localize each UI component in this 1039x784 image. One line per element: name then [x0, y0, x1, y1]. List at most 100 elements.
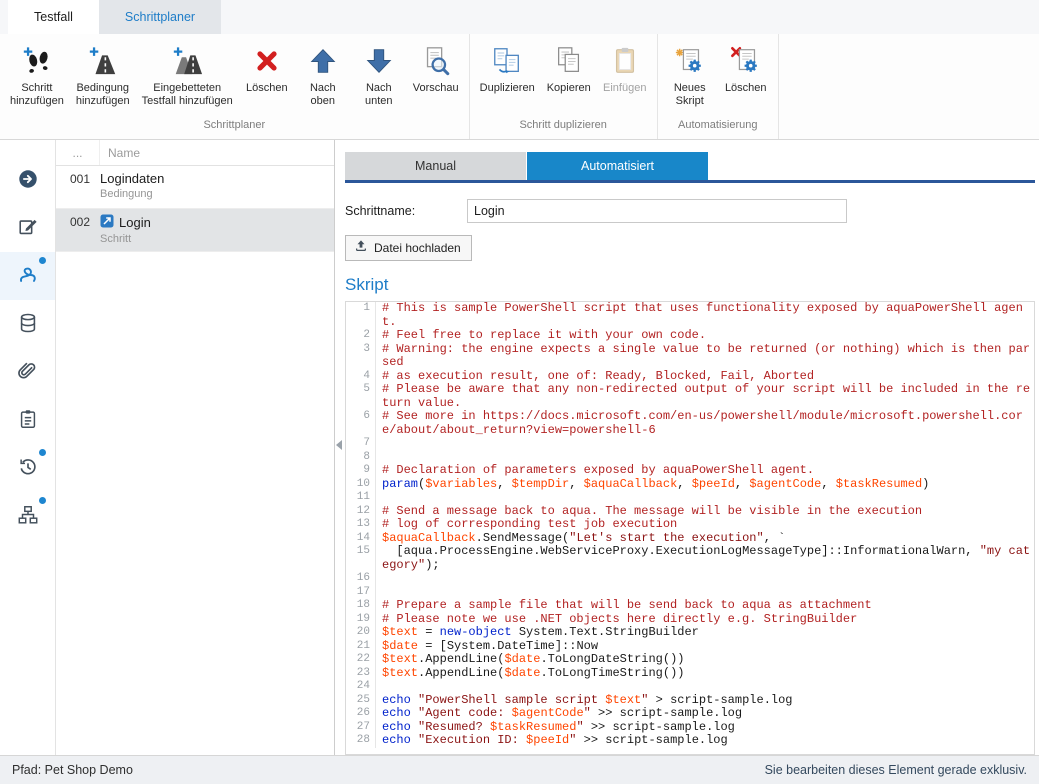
paste-button[interactable]: Einfügen — [597, 41, 653, 95]
new-script-label: Neues Skript — [674, 82, 706, 108]
ribbon-group: Neues Skript Löschen Automatisierung — [658, 34, 779, 139]
delete-step-button[interactable]: Löschen — [239, 41, 295, 95]
move-up-button[interactable]: Nach oben — [295, 41, 351, 108]
code-text: echo "Resumed? $taskResumed" >> script-s… — [376, 721, 1031, 735]
left-icon-sidebar — [0, 140, 56, 755]
code-text: # log of corresponding test job executio… — [376, 518, 1031, 532]
steps-header: ... Name — [56, 140, 334, 166]
step-name-input[interactable] — [467, 199, 847, 223]
script-new-icon — [673, 43, 707, 79]
upload-icon — [354, 239, 368, 256]
tab-testfall[interactable]: Testfall — [8, 0, 99, 34]
code-text: $text.AppendLine($date.ToLongDateString(… — [376, 653, 1031, 667]
code-line: 6# See more in https://docs.microsoft.co… — [346, 410, 1034, 437]
ribbon: Schritt hinzufügenBedingung hinzufügenEi… — [0, 34, 1039, 140]
sidebar-item-edit[interactable] — [0, 204, 55, 252]
delete-script-button[interactable]: Löschen — [718, 41, 774, 95]
script-delete-icon — [729, 43, 763, 79]
line-number: 16 — [346, 572, 376, 586]
step-row[interactable]: 002LoginSchritt — [56, 209, 334, 252]
sidebar-item-history[interactable] — [0, 444, 55, 492]
notification-dot — [39, 257, 46, 264]
script-editor[interactable]: 1# This is sample PowerShell script that… — [345, 301, 1035, 755]
code-text: [aqua.ProcessEngine.WebServiceProxy.Exec… — [376, 545, 1031, 572]
add-condition-button[interactable]: Bedingung hinzufügen — [70, 41, 136, 108]
arrow-up-icon — [306, 43, 340, 79]
duplicate-icon — [490, 43, 524, 79]
code-text: param($variables, $tempDir, $aquaCallbac… — [376, 478, 1031, 492]
delete-step-label: Löschen — [246, 82, 288, 95]
preview-button[interactable]: Vorschau — [407, 41, 465, 95]
code-text: # Please note we use .NET objects here d… — [376, 613, 1031, 627]
sidebar-item-step-planner[interactable] — [0, 252, 55, 300]
code-text: echo "Execution ID: $peeId" >> script-sa… — [376, 734, 1031, 748]
code-line: 14$aquaCallback.SendMessage("Let's start… — [346, 532, 1034, 546]
code-line: 15 [aqua.ProcessEngine.WebServiceProxy.E… — [346, 545, 1034, 572]
line-number: 8 — [346, 451, 376, 465]
line-number: 24 — [346, 680, 376, 694]
line-number: 27 — [346, 721, 376, 735]
code-text: echo "Agent code: $agentCode" >> script-… — [376, 707, 1031, 721]
sidebar-item-data[interactable] — [0, 300, 55, 348]
code-text: $text.AppendLine($date.ToLongTimeString(… — [376, 667, 1031, 681]
ribbon-group-label: Schritt duplizieren — [474, 119, 653, 139]
line-number: 18 — [346, 599, 376, 613]
code-text — [376, 451, 1031, 465]
tab-automatisiert[interactable]: Automatisiert — [527, 152, 708, 180]
sidebar-item-navigate[interactable] — [0, 156, 55, 204]
move-down-button[interactable]: Nach unten — [351, 41, 407, 108]
detail-panel: Manual Automatisiert Schrittname: Datei … — [335, 140, 1039, 755]
line-number: 1 — [346, 302, 376, 329]
road-icon — [86, 43, 120, 79]
add-step-label: Schritt hinzufügen — [10, 82, 64, 108]
app-window: Testfall Schrittplaner Schritt hinzufüge… — [0, 0, 1039, 784]
code-line: 12# Send a message back to aqua. The mes… — [346, 505, 1034, 519]
code-line: 27echo "Resumed? $taskResumed" >> script… — [346, 721, 1034, 735]
sidebar-item-tasks[interactable] — [0, 396, 55, 444]
main-area: ... Name 001LogindatenBedingung002LoginS… — [0, 140, 1039, 755]
copy-button[interactable]: Kopieren — [541, 41, 597, 95]
line-number: 12 — [346, 505, 376, 519]
code-line: 1# This is sample PowerShell script that… — [346, 302, 1034, 329]
code-line: 20$text = new-object System.Text.StringB… — [346, 626, 1034, 640]
code-line: 24 — [346, 680, 1034, 694]
tab-manual[interactable]: Manual — [345, 152, 526, 180]
code-line: 3# Warning: the engine expects a single … — [346, 343, 1034, 370]
sidebar-item-attachments[interactable] — [0, 348, 55, 396]
new-script-button[interactable]: Neues Skript — [662, 41, 718, 108]
script-badge-icon — [100, 214, 114, 231]
script-heading: Skript — [345, 275, 1035, 295]
ribbon-group-label: Automatisierung — [662, 119, 774, 139]
column-header-number[interactable]: ... — [56, 140, 100, 165]
upload-file-label: Datei hochladen — [374, 241, 461, 255]
code-text: # Please be aware that any non-redirecte… — [376, 383, 1031, 410]
line-number: 22 — [346, 653, 376, 667]
duplicate-button[interactable]: Duplizieren — [474, 41, 541, 95]
line-number: 28 — [346, 734, 376, 748]
add-step-button[interactable]: Schritt hinzufügen — [4, 41, 70, 108]
step-row[interactable]: 001LogindatenBedingung — [56, 166, 334, 209]
sidebar-item-dependencies[interactable] — [0, 492, 55, 540]
tab-schrittplaner[interactable]: Schrittplaner — [99, 0, 221, 34]
code-text: echo "PowerShell sample script $text" > … — [376, 694, 1031, 708]
copy-label: Kopieren — [547, 82, 591, 95]
code-line: 28echo "Execution ID: $peeId" >> script-… — [346, 734, 1034, 748]
code-line: 19# Please note we use .NET objects here… — [346, 613, 1034, 627]
upload-file-button[interactable]: Datei hochladen — [345, 235, 472, 261]
line-number: 15 — [346, 545, 376, 572]
history-icon — [17, 456, 39, 481]
code-line: 16 — [346, 572, 1034, 586]
line-number: 9 — [346, 464, 376, 478]
code-line: 17 — [346, 586, 1034, 600]
paperclip-icon — [17, 360, 39, 385]
detail-tab-bar: Manual Automatisiert — [345, 152, 1035, 180]
line-number: 4 — [346, 370, 376, 384]
code-text — [376, 572, 1031, 586]
panel-collapse-arrow[interactable] — [336, 440, 342, 450]
add-embedded-testcase-button[interactable]: Eingebetteten Testfall hinzufügen — [136, 41, 239, 108]
column-header-name[interactable]: Name — [100, 146, 140, 160]
code-line: 23$text.AppendLine($date.ToLongTimeStrin… — [346, 667, 1034, 681]
clipboard-icon — [608, 43, 642, 79]
code-line: 26echo "Agent code: $agentCode" >> scrip… — [346, 707, 1034, 721]
add-condition-label: Bedingung hinzufügen — [76, 82, 130, 108]
